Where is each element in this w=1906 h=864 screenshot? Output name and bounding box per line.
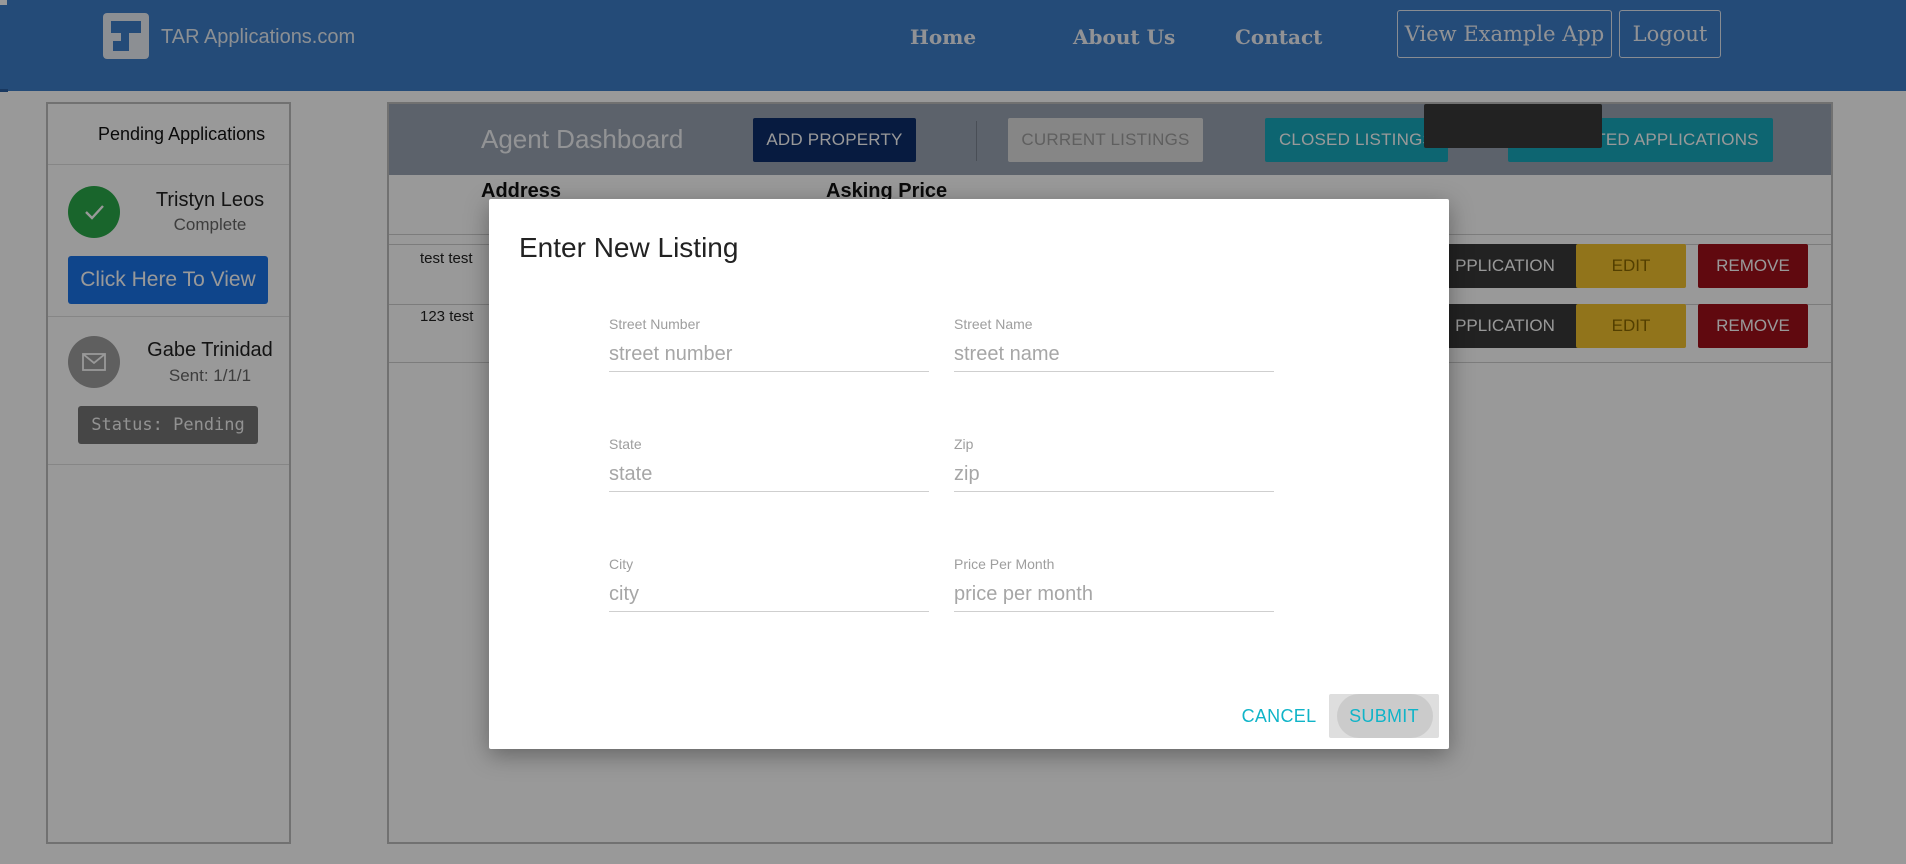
field-label: State [609, 436, 642, 452]
zip-input[interactable] [954, 458, 1274, 492]
field-label: City [609, 556, 634, 572]
field-label: Price Per Month [954, 556, 1055, 572]
field-label: Street Name [954, 316, 1033, 332]
price-per-month-input[interactable] [954, 578, 1274, 612]
submit-label: SUBMIT [1349, 705, 1419, 726]
street-number-input[interactable] [609, 338, 929, 372]
dialog-title: Enter New Listing [519, 232, 739, 263]
state-input[interactable] [609, 458, 929, 492]
street-name-input[interactable] [954, 338, 1274, 372]
submit-button[interactable]: SUBMIT [1329, 694, 1439, 738]
field-label: Street Number [609, 316, 701, 332]
enter-new-listing-dialog: Enter New Listing Street Number Street N… [489, 199, 1449, 749]
city-input[interactable] [609, 578, 929, 612]
field-label: Zip [954, 436, 974, 452]
cancel-button[interactable]: CANCEL [1231, 694, 1327, 738]
